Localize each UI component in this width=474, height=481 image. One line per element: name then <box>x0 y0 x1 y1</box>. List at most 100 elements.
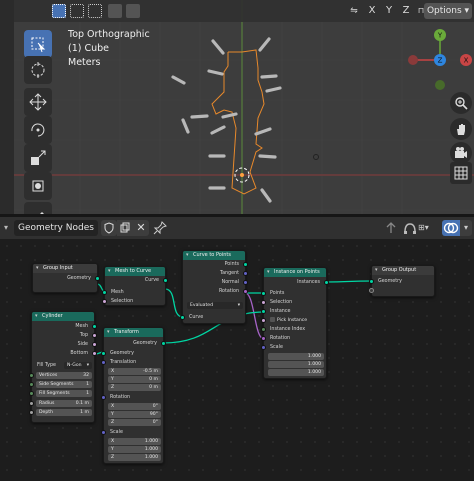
translation-z-value: 0 m <box>149 385 158 390</box>
curve-output-socket[interactable] <box>163 278 168 283</box>
mesh-output-socket[interactable] <box>92 324 97 329</box>
overlay-dropdown[interactable]: ▾ <box>460 220 472 236</box>
select-mode-subtract-button[interactable] <box>126 4 140 18</box>
vertices-socket[interactable] <box>29 373 34 378</box>
rotation-output-socket[interactable] <box>243 289 248 294</box>
editor-type-button[interactable]: ▾ <box>4 220 14 236</box>
selection-input-socket[interactable] <box>102 299 107 304</box>
side-output-socket[interactable] <box>92 342 97 347</box>
camera-view-button[interactable] <box>450 142 472 164</box>
translation-x-field[interactable]: X -0.5 m <box>108 368 161 375</box>
select-box-tool[interactable] <box>24 30 52 58</box>
3d-viewport[interactable]: ⇋ X Y Z ⊓ Options ▾ Top Orthographic (1)… <box>0 0 474 214</box>
bottom-output-socket[interactable] <box>92 351 97 356</box>
rotate-tool[interactable] <box>24 116 52 144</box>
rotation-input-socket[interactable] <box>261 336 266 341</box>
translation-socket[interactable] <box>101 360 106 365</box>
mesh-output-label: Mesh <box>75 324 88 329</box>
side-segments-socket[interactable] <box>29 382 34 387</box>
geometry-output-socket[interactable] <box>161 341 166 346</box>
mirror-y-toggle[interactable]: Y <box>382 4 396 18</box>
y-label: Y <box>111 412 114 417</box>
fill-segments-field[interactable]: Fill Segments 1 <box>36 390 92 397</box>
fill-type-label: Fill Type <box>37 363 56 368</box>
navigation-gizmo[interactable]: Y X Z <box>400 26 474 102</box>
viewport-header: ⇋ X Y Z ⊓ Options ▾ <box>14 0 474 22</box>
node-tree-selector[interactable]: Geometry Nodes <box>14 220 98 236</box>
move-tool[interactable] <box>24 88 52 116</box>
perspective-toggle-button[interactable] <box>450 162 472 184</box>
cylinder-node[interactable]: Cylinder Mesh Top Side Bottom Fill Type … <box>29 311 97 423</box>
geometry-input-socket[interactable] <box>101 351 106 356</box>
points-output-socket[interactable] <box>243 262 248 267</box>
curve-input-socket[interactable] <box>180 315 185 320</box>
rotation-x-field[interactable]: X 0° <box>108 403 161 410</box>
translation-z-field[interactable]: Z 0 m <box>108 384 161 391</box>
instance-input-socket[interactable] <box>261 309 266 314</box>
transform-node[interactable]: Transform Geometry Geometry Translation … <box>101 327 166 464</box>
pin-button[interactable] <box>152 220 168 236</box>
scale-z-field[interactable]: Z 1.000 <box>108 454 161 461</box>
instance-on-points-node[interactable]: Instance on Points Instances Points Sele… <box>261 267 329 379</box>
top-output-socket[interactable] <box>92 333 97 338</box>
group-input-node[interactable]: Group Input Geometry <box>32 263 100 293</box>
scale-tool[interactable] <box>24 144 52 172</box>
snap-dropdown[interactable]: ⊞▾ <box>418 220 438 236</box>
unlink-button[interactable]: ✕ <box>133 220 149 236</box>
vertices-field[interactable]: Vertices 32 <box>36 372 92 379</box>
mirror-z-toggle[interactable]: Z <box>399 4 413 18</box>
rotation-z-field[interactable]: Z 0° <box>108 419 161 426</box>
radius-field[interactable]: Radius 0.1 m <box>36 400 92 407</box>
side-segments-field[interactable]: Side Segments 1 <box>36 381 92 388</box>
pick-instance-socket[interactable] <box>261 318 266 323</box>
selection-input-socket[interactable] <box>261 300 266 305</box>
zoom-button[interactable] <box>450 92 472 114</box>
scale-socket[interactable] <box>101 430 106 435</box>
curve-to-points-node[interactable]: Curve to Points Points Tangent Normal Ro… <box>180 250 248 324</box>
geometry-output-socket[interactable] <box>95 276 100 281</box>
mesh-input-socket[interactable] <box>102 290 107 295</box>
fill-segments-socket[interactable] <box>29 391 34 396</box>
select-mode-extend-button[interactable] <box>108 4 122 18</box>
transform-tool[interactable] <box>24 172 52 200</box>
tangent-output-socket[interactable] <box>243 271 248 276</box>
rotation-y-field[interactable]: Y 90° <box>108 411 161 418</box>
mesh-to-curve-node[interactable]: Mesh to Curve Curve Mesh Selection <box>102 266 168 306</box>
group-output-node[interactable]: Group Output Geometry <box>369 265 435 297</box>
rotation-socket[interactable] <box>101 395 106 400</box>
overlay-toggle[interactable] <box>442 220 460 236</box>
empty-input-socket[interactable] <box>369 288 374 293</box>
select-mode-vertex-button[interactable] <box>52 4 66 18</box>
depth-field[interactable]: Depth 1 m <box>36 409 92 416</box>
scale-z-field[interactable]: 1.000 <box>268 369 324 376</box>
fake-user-button[interactable] <box>101 220 117 236</box>
scale-y-field[interactable]: Y 1.000 <box>108 446 161 453</box>
pan-button[interactable] <box>450 118 472 140</box>
annotate-tool[interactable] <box>24 202 52 214</box>
depth-socket[interactable] <box>29 410 34 415</box>
cursor-tool[interactable] <box>24 56 52 84</box>
mirror-x-toggle[interactable]: X <box>365 4 379 18</box>
options-dropdown[interactable]: Options ▾ <box>424 3 472 19</box>
fill-type-dropdown[interactable]: N-Gon ▾ <box>64 362 92 369</box>
parent-node-tree-button[interactable] <box>383 220 399 236</box>
translation-y-field[interactable]: Y 0 m <box>108 376 161 383</box>
scale-input-socket[interactable] <box>261 345 266 350</box>
pick-instance-checkbox[interactable]: Pick Instance <box>267 317 325 324</box>
points-input-socket[interactable] <box>261 291 266 296</box>
scale-x-field[interactable]: 1.000 <box>268 353 324 360</box>
shield-icon <box>104 222 114 234</box>
instance-index-socket[interactable] <box>261 327 266 332</box>
radius-socket[interactable] <box>29 401 34 406</box>
scale-x-field[interactable]: X 1.000 <box>108 438 161 445</box>
mode-dropdown[interactable]: Evaluated ▾ <box>187 302 243 309</box>
normal-output-socket[interactable] <box>243 280 248 285</box>
scale-y-field[interactable]: 1.000 <box>268 361 324 368</box>
duplicate-button[interactable] <box>117 220 133 236</box>
geometry-input-socket[interactable] <box>369 279 374 284</box>
snap-toggle[interactable] <box>402 220 418 236</box>
select-mode-edge-button[interactable] <box>70 4 84 18</box>
select-mode-face-button[interactable] <box>88 4 102 18</box>
instances-output-socket[interactable] <box>324 280 329 285</box>
mirror-icon[interactable]: ⇋ <box>347 4 361 18</box>
